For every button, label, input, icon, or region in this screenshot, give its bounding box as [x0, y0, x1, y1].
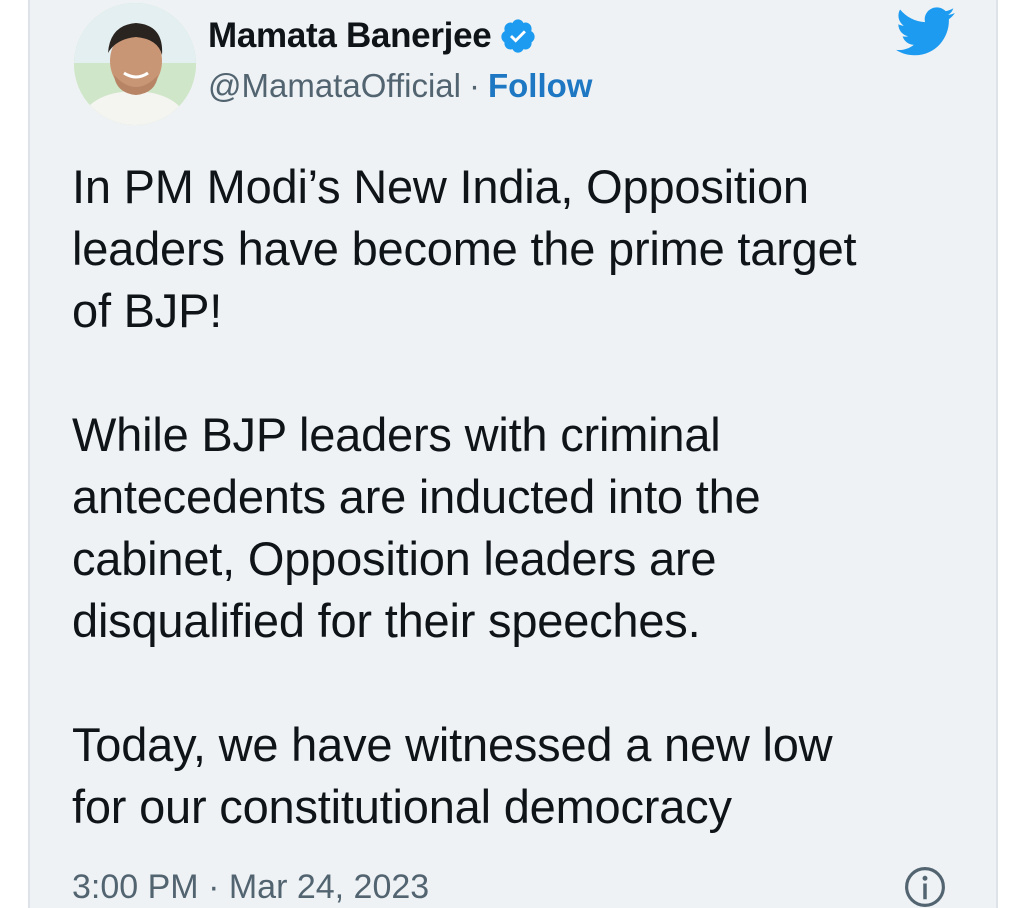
- tweet-paragraph: Today, we have witnessed a new low for o…: [72, 718, 833, 833]
- author-name-row: Mamata Banerjee: [208, 14, 537, 58]
- tweet-paragraph: In PM Modi’s New India, Opposition leade…: [72, 160, 857, 337]
- twitter-bird-icon[interactable]: [896, 6, 956, 58]
- avatar-photo: [74, 3, 196, 125]
- follow-button[interactable]: Follow: [488, 67, 592, 105]
- verified-badge-icon: [501, 19, 536, 53]
- tweet-timestamp[interactable]: 3:00 PM · Mar 24, 2023: [72, 862, 429, 908]
- tweet-card: Mamata Banerjee @MamataOfficial · Follow…: [28, 0, 998, 908]
- author-avatar[interactable]: [74, 3, 196, 125]
- author-handle[interactable]: @MamataOfficial: [208, 67, 461, 105]
- tweet-body: In PM Modi’s New India, Opposition leade…: [72, 156, 972, 838]
- separator-dot: ·: [468, 67, 480, 104]
- author-display-name[interactable]: Mamata Banerjee: [208, 16, 492, 56]
- author-handle-row: @MamataOfficial · Follow: [208, 64, 592, 108]
- info-icon[interactable]: [904, 866, 946, 908]
- tweet-paragraph: While BJP leaders with criminal antecede…: [72, 408, 761, 647]
